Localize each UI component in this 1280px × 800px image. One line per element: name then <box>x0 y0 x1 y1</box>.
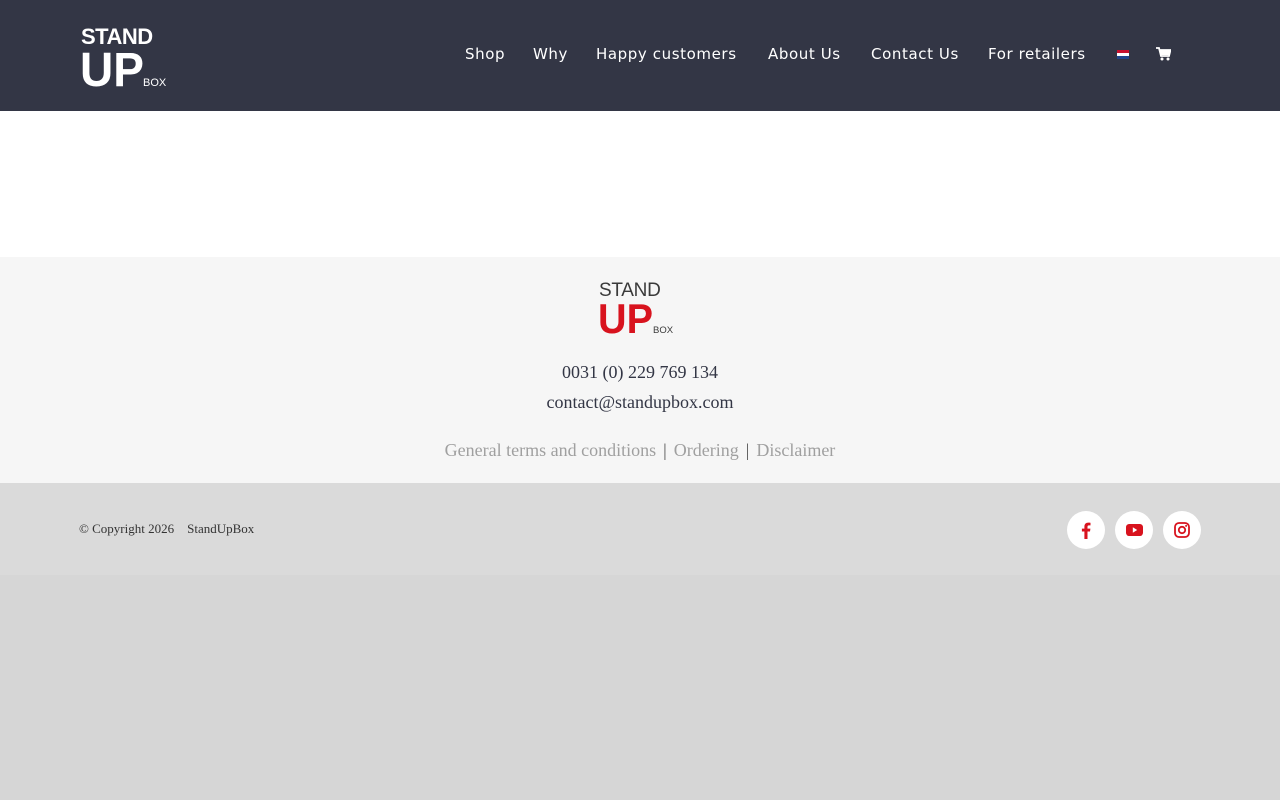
nav-contact-us[interactable]: Contact Us <box>871 44 959 64</box>
shopping-cart-icon[interactable] <box>1156 47 1171 61</box>
youtube-icon <box>1125 524 1143 536</box>
facebook-button[interactable] <box>1067 511 1105 549</box>
nav-about-us[interactable]: About Us <box>768 44 841 64</box>
copyright-brand: StandUpBox <box>187 521 255 536</box>
site-header: STAND UP BOX Shop Why Happy customers Ab… <box>0 0 1280 111</box>
footer-links: General terms and conditions | Ordering | Di… <box>0 439 1280 461</box>
instagram-button[interactable] <box>1163 511 1201 549</box>
copyright-bar: © Copyright 2026 StandUpBox <box>0 483 1280 575</box>
link-general-terms[interactable]: General terms and conditions <box>445 440 656 460</box>
nav-for-retailers[interactable]: For retailers <box>988 44 1086 64</box>
youtube-button[interactable] <box>1115 511 1153 549</box>
footer-logo-line3: BOX <box>653 325 674 335</box>
nav-happy-customers[interactable]: Happy customers <box>596 44 737 64</box>
footer-logo-line2: UP <box>598 295 653 335</box>
main-content <box>0 111 1280 257</box>
copyright-label: © Copyright 2026 <box>79 521 175 536</box>
link-separator: | <box>663 440 667 460</box>
link-ordering[interactable]: Ordering <box>674 440 739 460</box>
footer-standupbox-logo[interactable]: STAND UP BOX <box>598 279 682 335</box>
copyright-text: © Copyright 2026 StandUpBox <box>79 521 254 537</box>
facebook-icon <box>1081 522 1091 539</box>
standupbox-logo[interactable]: STAND UP BOX <box>80 24 178 90</box>
nav-why[interactable]: Why <box>533 44 568 64</box>
logo-line3: BOX <box>143 77 167 89</box>
logo-line2: UP <box>80 44 144 90</box>
footer-phone: 0031 (0) 229 769 134 <box>562 362 718 382</box>
link-disclaimer[interactable]: Disclaimer <box>756 440 835 460</box>
instagram-icon <box>1174 522 1190 538</box>
dutch-flag-icon[interactable] <box>1117 50 1129 59</box>
nav-shop[interactable]: Shop <box>465 44 505 64</box>
footer-widgets: STAND UP BOX 0031 (0) 229 769 134 contac… <box>0 257 1280 483</box>
link-separator: | <box>745 440 750 460</box>
footer-email-link[interactable]: contact@standupbox.com <box>0 391 1280 413</box>
